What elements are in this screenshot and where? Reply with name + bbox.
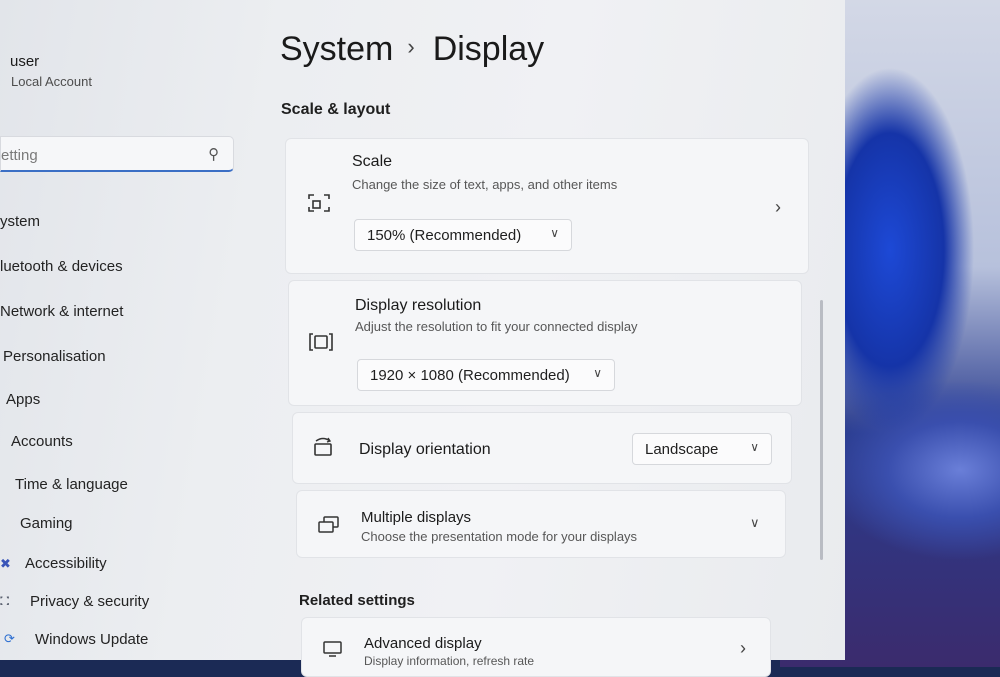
shield-icon: ⛚ [0,593,10,608]
sidebar-item-label: Time & language [15,476,128,493]
sidebar-item-gaming[interactable]: Gaming [20,515,73,532]
breadcrumb-parent[interactable]: System [280,30,393,68]
scale-icon [308,194,330,212]
sidebar-item-privacy[interactable]: ⛚ Privacy & security [0,593,149,610]
sidebar-item-label: Privacy & security [30,593,150,610]
settings-window: user Local Account etting ⚲ ystem luetoo… [0,0,845,677]
sidebar-item-personalisation[interactable]: Personalisation [3,348,106,365]
sidebar-item-accessibility[interactable]: ✖ Accessibility [0,555,107,572]
sidebar-item-label: Accessibility [25,555,107,572]
sidebar-item-label: Windows Update [35,631,149,648]
sidebar-item-time-language[interactable]: Time & language [15,476,128,493]
user-name: user [10,53,40,70]
multiple-displays-card[interactable]: Multiple displays Choose the presentatio… [296,490,786,558]
multiple-displays-description: Choose the presentation mode for your di… [361,529,638,544]
multiple-displays-icon [318,516,339,533]
section-title-related-settings: Related settings [299,592,415,609]
scrollbar[interactable] [820,300,823,560]
sidebar-item-label: Apps [6,391,41,408]
sidebar-item-label: luetooth & devices [0,258,123,275]
resolution-description: Adjust the resolution to fit your connec… [355,319,638,334]
monitor-icon [323,641,342,657]
chevron-right-icon[interactable]: › [740,638,746,659]
sidebar-item-label: Accounts [11,433,73,450]
chevron-down-icon: ∨ [550,226,559,240]
resolution-title: Display resolution [355,297,482,314]
windows-update-icon: ⟳ [4,631,15,646]
account-type: Local Account [11,74,92,89]
orientation-dropdown[interactable]: Landscape ∨ [632,433,772,465]
sidebar-item-windows-update[interactable]: ⟳ Windows Update [0,631,148,648]
sidebar-item-network[interactable]: Network & internet [0,303,123,320]
sidebar-item-system[interactable]: ystem [0,213,40,230]
accessibility-icon: ✖ [0,556,11,571]
search-input[interactable]: etting ⚲ [0,136,234,172]
sidebar-item-bluetooth[interactable]: luetooth & devices [0,258,123,275]
sidebar-item-label: ystem [0,213,41,230]
resolution-icon [309,333,333,351]
breadcrumb: System › Display [280,30,544,69]
scale-card[interactable]: Scale Change the size of text, apps, and… [285,138,809,274]
scale-dropdown[interactable]: 150% (Recommended) ∨ [354,219,572,251]
orientation-icon [314,437,332,456]
scale-dropdown-value: 150% (Recommended) [367,227,522,244]
orientation-title: Display orientation [359,441,491,458]
chevron-down-icon: ∨ [593,366,602,380]
search-icon[interactable]: ⚲ [208,145,219,163]
chevron-right-icon[interactable]: › [775,197,781,218]
page-title: Display [432,30,545,68]
advanced-display-card[interactable]: Advanced display Display information, re… [301,617,771,677]
sidebar-item-label: Personalisation [3,348,106,365]
advanced-display-title: Advanced display [364,635,482,652]
orientation-card: Display orientation Landscape ∨ [292,412,792,484]
orientation-dropdown-value: Landscape [645,441,719,458]
advanced-display-description: Display information, refresh rate [364,654,535,668]
resolution-dropdown-value: 1920 × 1080 (Recommended) [370,367,570,384]
resolution-card: Display resolution Adjust the resolution… [288,280,802,406]
chevron-down-icon: ∨ [750,440,759,454]
chevron-down-icon[interactable]: ∨ [750,515,760,531]
section-title-scale-layout: Scale & layout [281,101,391,118]
sidebar-item-label: Gaming [20,515,73,532]
sidebar-item-apps[interactable]: Apps [6,391,40,408]
resolution-dropdown[interactable]: 1920 × 1080 (Recommended) ∨ [357,359,615,391]
sidebar-item-accounts[interactable]: Accounts [11,433,73,450]
multiple-displays-title: Multiple displays [361,509,472,526]
scale-description: Change the size of text, apps, and other… [352,177,618,192]
scale-title: Scale [352,153,393,170]
sidebar-item-label: Network & internet [0,303,124,320]
breadcrumb-separator-icon: › [407,34,415,59]
search-input-value: etting [1,147,38,164]
